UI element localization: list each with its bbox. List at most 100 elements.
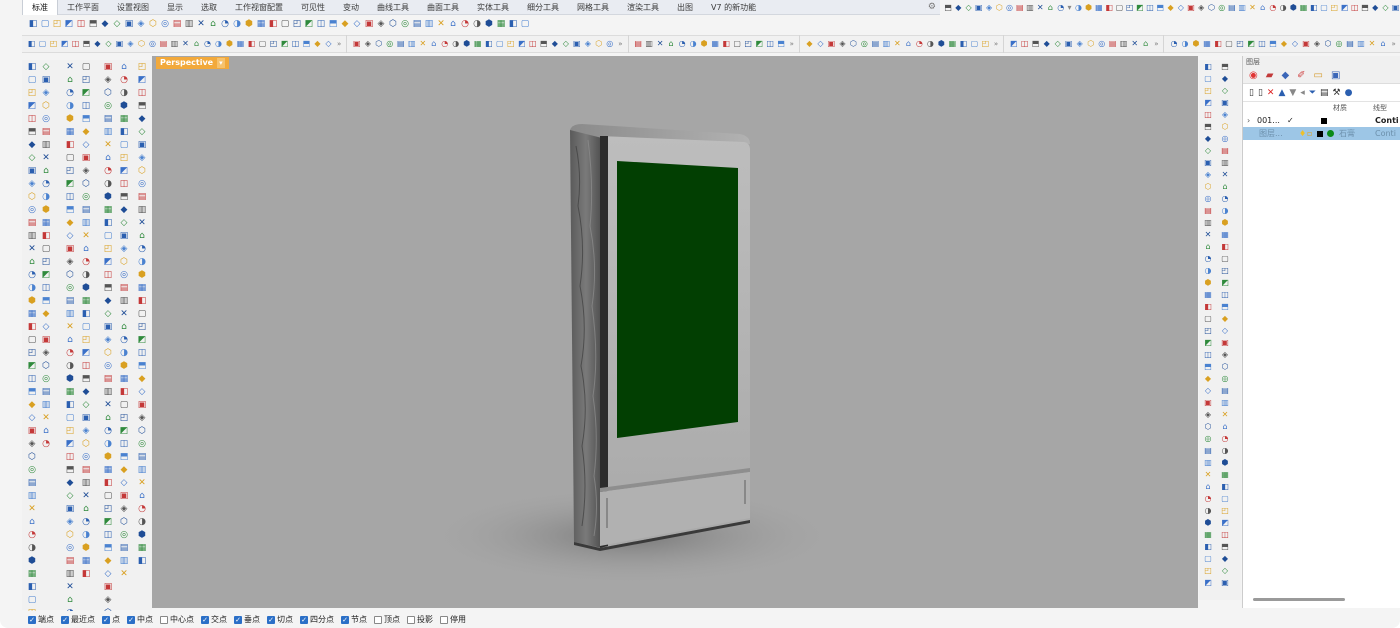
tool-icon[interactable]: ▦ [136,543,148,554]
command-icon[interactable]: ✕ [436,19,446,29]
tool-icon[interactable]: ◩ [64,439,76,450]
tool-icon[interactable]: ⬡ [64,270,76,281]
command-icon[interactable]: ▥ [424,19,434,29]
tool-icon[interactable]: ◎ [136,439,148,450]
command-icon[interactable]: ✕ [1130,39,1139,49]
tool-icon[interactable]: ◑ [80,270,92,281]
tool-icon[interactable]: ◰ [102,244,114,255]
command-icon[interactable]: ◎ [148,39,157,49]
tool-icon[interactable]: ◰ [40,257,52,268]
tool-icon[interactable]: ⬡ [102,88,114,99]
tool-icon[interactable]: ◔ [64,348,76,359]
tool-icon[interactable]: ▥ [1219,398,1231,408]
command-icon[interactable]: ▤ [396,39,405,49]
command-icon[interactable]: ◈ [985,3,993,12]
command-icon[interactable]: ⬡ [995,3,1003,12]
tool-icon[interactable]: ◇ [118,478,130,489]
tool-icon[interactable]: ◑ [136,257,148,268]
osnap-checkbox[interactable]: ✓ [28,615,36,624]
tool-icon[interactable]: ◇ [40,62,52,73]
tool-icon[interactable]: ◎ [40,374,52,385]
tool-icon[interactable]: ◎ [118,270,130,281]
tool-icon[interactable]: ◆ [118,465,130,476]
color-wheel-icon[interactable]: ◉ [1249,70,1258,81]
command-icon[interactable]: ▤ [1345,39,1354,49]
tool-icon[interactable]: ◎ [80,452,92,463]
toolbar-tab-7[interactable]: 变动 [334,0,368,15]
command-icon[interactable]: ▤ [1228,3,1236,12]
tool-icon[interactable]: ⬒ [64,465,76,476]
command-icon[interactable]: ◆ [954,3,962,12]
tool-icon[interactable]: ▥ [40,140,52,151]
command-icon[interactable]: ▦ [256,19,266,29]
tool-icon[interactable]: ◈ [136,153,148,164]
tool-icon[interactable]: ⬡ [80,439,92,450]
tool-icon[interactable]: ▣ [136,400,148,411]
tool-icon[interactable]: ◆ [26,400,38,411]
command-icon[interactable]: ⬢ [700,39,709,49]
tool-icon[interactable]: ▢ [1202,74,1214,84]
command-icon[interactable]: ◈ [838,39,847,49]
tool-icon[interactable]: ◈ [1202,410,1214,420]
tool-icon[interactable]: ◰ [64,166,76,177]
osnap-option[interactable]: ✓ 交点 [201,614,227,625]
tool-icon[interactable]: ▤ [1219,386,1231,396]
tool-icon[interactable]: ◩ [118,426,130,437]
tool-icon[interactable]: ▢ [136,309,148,320]
tool-icon[interactable]: ◰ [80,75,92,86]
command-icon[interactable]: ◆ [1166,3,1174,12]
tool-icon[interactable]: ⬒ [102,283,114,294]
tool-icon[interactable]: ◆ [80,387,92,398]
tool-icon[interactable]: ◈ [80,166,92,177]
command-icon[interactable]: ◑ [214,39,223,49]
move-left-icon[interactable]: ◂ [1300,88,1305,98]
tools-icon[interactable]: ▤ [1320,88,1329,98]
osnap-checkbox[interactable]: ✓ [341,615,349,624]
tool-icon[interactable]: ◑ [102,179,114,190]
tool-icon[interactable]: ◰ [1219,266,1231,276]
tool-icon[interactable]: ◎ [26,205,38,216]
tool-icon[interactable]: ◔ [1202,494,1214,504]
command-icon[interactable]: ▦ [1202,39,1211,49]
tool-icon[interactable]: ◇ [80,140,92,151]
tool-icon[interactable]: ▥ [136,205,148,216]
command-icon[interactable]: ◈ [1197,3,1205,12]
osnap-option[interactable]: ✓ 中点 [127,614,153,625]
osnap-option[interactable]: ✓ 节点 [341,614,367,625]
command-icon[interactable]: ▣ [1187,3,1195,12]
display-icon[interactable]: ▣ [1331,70,1340,81]
command-icon[interactable]: ◩ [60,39,69,49]
toolbar-overflow-icon[interactable]: » [1391,40,1395,48]
command-icon[interactable]: ⌂ [667,39,676,49]
tool-icon[interactable]: ◰ [1202,326,1214,336]
command-icon[interactable]: ▥ [645,39,654,49]
wrench-icon[interactable]: ⚒ [1333,88,1341,98]
tool-icon[interactable]: ⬢ [26,556,38,567]
command-icon[interactable]: ⬒ [1361,3,1369,12]
tool-icon[interactable]: ⌂ [102,413,114,424]
tool-icon[interactable]: ✕ [1219,410,1231,420]
tool-icon[interactable]: ◎ [1202,194,1214,204]
toolbar-overflow-icon[interactable]: » [790,40,794,48]
folder-icon[interactable]: ▭ [1314,70,1323,81]
move-up-icon[interactable]: ▲ [1278,88,1285,98]
toolbar-overflow-icon[interactable]: » [337,40,341,48]
command-icon[interactable]: ⬢ [244,19,254,29]
tool-icon[interactable]: ◩ [102,517,114,528]
tool-icon[interactable]: ⌂ [102,153,114,164]
command-icon[interactable]: ◇ [1177,3,1185,12]
command-icon[interactable]: ◧ [268,19,278,29]
tool-icon[interactable]: ◧ [1219,482,1231,492]
tool-icon[interactable]: ▦ [26,309,38,320]
tool-icon[interactable]: ✕ [118,309,130,320]
command-icon[interactable]: ◈ [583,39,592,49]
tool-icon[interactable]: ◧ [80,309,92,320]
tool-icon[interactable]: ◇ [136,387,148,398]
command-icon[interactable]: ▢ [38,39,47,49]
tool-icon[interactable]: ⬢ [1219,458,1231,468]
command-icon[interactable]: ▣ [1301,39,1310,49]
tool-icon[interactable]: ⬢ [40,205,52,216]
command-icon[interactable]: ◆ [93,39,102,49]
tool-icon[interactable]: ⬡ [1219,362,1231,372]
tool-icon[interactable]: ◔ [102,166,114,177]
